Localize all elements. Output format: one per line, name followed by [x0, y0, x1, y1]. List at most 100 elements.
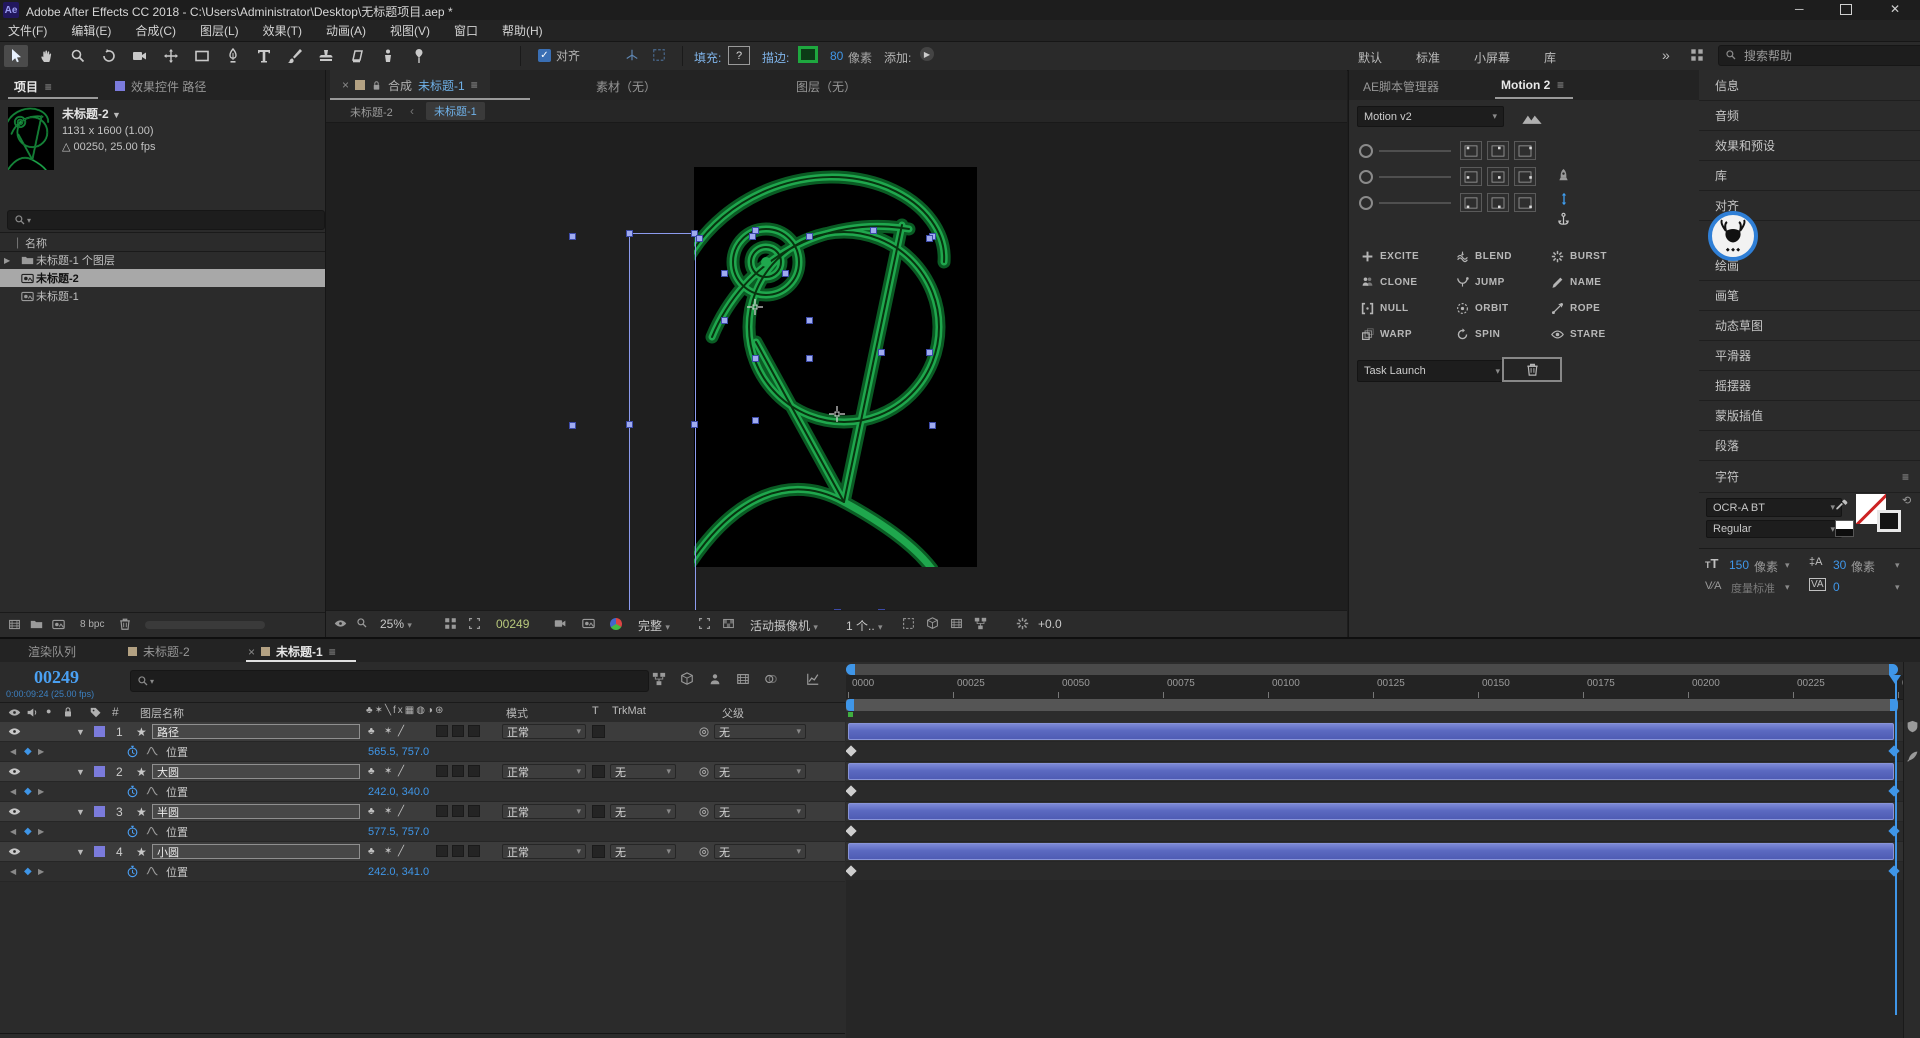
tracking-value[interactable]: 0 — [1833, 580, 1840, 594]
stopwatch-icon[interactable] — [126, 862, 139, 881]
project-item-row[interactable]: 未标题-1 — [0, 287, 325, 305]
menu-item-8[interactable]: 帮助(H) — [502, 22, 543, 39]
slider-track-2[interactable] — [1379, 202, 1451, 204]
motion-action-blend[interactable]: BLEND — [1456, 250, 1512, 263]
eye-icon[interactable] — [8, 802, 21, 821]
parent-dropdown[interactable]: 无▾ — [714, 724, 806, 739]
transparency-grid-icon[interactable] — [722, 617, 735, 630]
flowchart-button-icon[interactable] — [974, 617, 987, 630]
viewer-stage[interactable] — [326, 122, 1347, 610]
sidebar-panel-2[interactable]: 效果和预设 — [1699, 130, 1920, 161]
anchor-grid-button-bc[interactable] — [1487, 193, 1509, 212]
graph-icon[interactable] — [146, 742, 159, 761]
project-bpc-button[interactable]: 8 bpc — [80, 619, 104, 630]
twirl-icon[interactable]: ▼ — [76, 842, 85, 861]
property-row-position[interactable]: ◀◆▶位置577.5, 757.0 — [0, 822, 845, 842]
sidebar-panel-12[interactable]: 字符≡ — [1699, 461, 1920, 493]
parent-dropdown[interactable]: 无▾ — [714, 844, 806, 859]
switch-box[interactable] — [452, 845, 464, 857]
parent-pickwhip-icon[interactable] — [698, 842, 710, 861]
layer-duration-bar[interactable] — [848, 843, 1894, 860]
motion-action-warp[interactable]: WARP — [1361, 328, 1412, 341]
interpret-footage-icon[interactable] — [8, 618, 21, 631]
comp-button-icon[interactable] — [1906, 750, 1919, 763]
anchor-grid-button-tr[interactable] — [1514, 141, 1536, 160]
minimize-button[interactable]: ─ — [1795, 2, 1804, 16]
layer-row-大圆[interactable]: ▼2★大圆♣✶╱正常▾无▾无▾ — [0, 762, 845, 782]
sidebar-panel-6[interactable]: 画笔 — [1699, 280, 1920, 311]
stroke-swatch[interactable] — [798, 46, 818, 63]
fast-previews-icon[interactable] — [926, 617, 939, 630]
motion-blur-icon[interactable] — [764, 672, 778, 686]
selection-tool-icon[interactable] — [4, 45, 28, 67]
sidebar-panel-8[interactable]: 平滑器 — [1699, 340, 1920, 371]
layer-name[interactable]: 大圆 — [152, 764, 360, 779]
time-navigator-bar[interactable] — [846, 664, 1898, 675]
stopwatch-icon[interactable] — [126, 742, 139, 761]
motion-action-burst[interactable]: BURST — [1551, 250, 1607, 263]
breadcrumb-current-comp[interactable]: 未标题-1 — [426, 102, 485, 120]
blend-mode-dropdown[interactable]: 正常▾ — [502, 724, 586, 739]
flip-vertical-icon[interactable] — [1557, 192, 1571, 209]
tab-layer[interactable]: 图层（无） — [796, 78, 856, 95]
leading-value[interactable]: 30 — [1833, 558, 1846, 572]
frame-blend-switch-icon[interactable]: ╱ — [398, 762, 404, 781]
position-value[interactable]: 242.0, 340.0 — [368, 782, 429, 801]
label-color-chip[interactable] — [94, 846, 105, 857]
switch-box[interactable] — [468, 845, 480, 857]
menu-item-1[interactable]: 编辑(E) — [71, 22, 111, 39]
graph-icon[interactable] — [146, 782, 159, 801]
zoom-tool-icon[interactable] — [66, 45, 90, 67]
stroke-width-value[interactable]: 80 — [830, 49, 843, 63]
preserve-transparency-box[interactable] — [592, 765, 605, 778]
camera-view-dropdown[interactable]: 活动摄像机 ▾ — [750, 617, 818, 634]
hide-shy-layers-icon[interactable] — [708, 672, 722, 686]
eye-icon[interactable] — [8, 762, 21, 781]
parent-column-header[interactable]: 父级 — [722, 705, 744, 721]
anchor-grid-button-tc[interactable] — [1487, 141, 1509, 160]
selection-handle[interactable] — [626, 421, 633, 428]
motion-action-null[interactable]: NULL — [1361, 302, 1409, 315]
tab-project[interactable]: 项目 ≡ — [14, 78, 52, 95]
trkmat-dropdown[interactable]: 无▾ — [610, 764, 676, 779]
switch-box[interactable] — [468, 805, 480, 817]
slider-knob-2[interactable] — [1359, 196, 1373, 210]
grid-guides-icon[interactable] — [444, 617, 457, 630]
slider-knob-0[interactable] — [1359, 144, 1373, 158]
navigator-start-handle[interactable] — [846, 664, 855, 675]
tab-footage[interactable]: 素材（无） — [596, 78, 656, 95]
new-folder-icon[interactable] — [30, 618, 43, 631]
snap-checkbox-icon[interactable]: ✓ — [538, 49, 551, 62]
tab-render-queue[interactable]: 渲染队列 — [28, 643, 76, 660]
rotate-tool-icon[interactable] — [97, 45, 121, 67]
preserve-transparency-box[interactable] — [592, 845, 605, 858]
effects-switch-icon[interactable]: ✶ — [384, 722, 392, 741]
sidebar-panel-0[interactable]: 信息 — [1699, 70, 1920, 101]
workspace-2[interactable]: 小屏幕 — [1474, 49, 1510, 66]
property-name[interactable]: 位置 — [166, 822, 188, 841]
show-channel-icon[interactable] — [610, 618, 622, 630]
twirl-icon[interactable]: ▶ — [4, 256, 18, 265]
new-composition-icon[interactable] — [52, 618, 65, 631]
font-style-dropdown[interactable]: Regular▾ — [1706, 520, 1842, 538]
motion-action-stare[interactable]: STARE — [1551, 328, 1606, 341]
switch-box[interactable] — [468, 725, 480, 737]
pixel-aspect-icon[interactable] — [902, 617, 915, 630]
preset-dropdown[interactable]: Motion v2▾ — [1357, 106, 1504, 127]
mode-column-header[interactable]: 模式 — [506, 705, 528, 721]
twirl-icon[interactable]: ▼ — [76, 762, 85, 781]
close-button[interactable]: ✕ — [1890, 2, 1900, 16]
position-value[interactable]: 242.0, 341.0 — [368, 862, 429, 881]
motion-action-clone[interactable]: CLONE — [1361, 276, 1418, 289]
next-keyframe-icon[interactable]: ▶ — [38, 822, 44, 841]
menu-item-7[interactable]: 窗口 — [454, 22, 478, 39]
preview-time-value[interactable]: 00249 — [496, 617, 529, 631]
blend-mode-dropdown[interactable]: 正常▾ — [502, 764, 586, 779]
quality-switch-icon[interactable]: ♣ — [368, 722, 375, 741]
pen-tool-icon[interactable] — [221, 45, 245, 67]
anchor-grid-button-br[interactable] — [1514, 193, 1536, 212]
delete-icon[interactable] — [118, 617, 132, 631]
motion-action-orbit[interactable]: ORBIT — [1456, 302, 1509, 315]
effects-switch-icon[interactable]: ✶ — [384, 842, 392, 861]
workspace-3[interactable]: 库 — [1544, 49, 1556, 66]
